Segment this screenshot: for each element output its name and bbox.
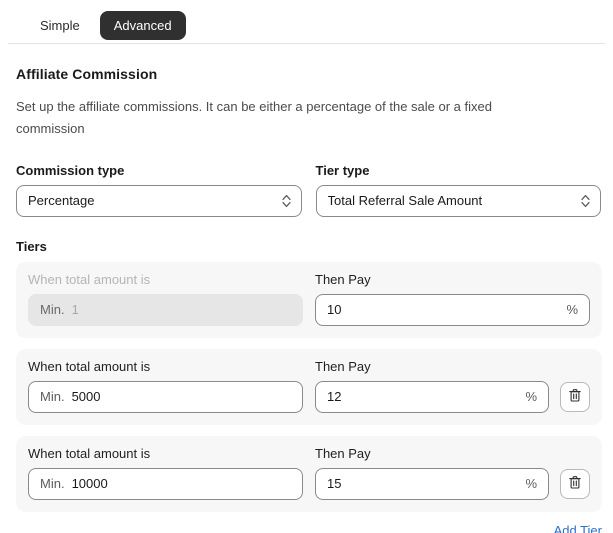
tier-min-value: 10000 (71, 476, 108, 492)
tier-type-value: Total Referral Sale Amount (327, 193, 483, 209)
commission-type-field: Commission type Percentage (16, 163, 302, 217)
commission-type-select[interactable]: Percentage (16, 184, 302, 217)
tier-pay-input[interactable]: 12 % (315, 380, 549, 413)
tier-pay-field: Then Pay 12 % (315, 359, 590, 413)
add-tier-button[interactable]: Add Tier (554, 523, 602, 533)
trash-icon (568, 475, 582, 493)
add-tier-row: Add Tier (16, 523, 602, 533)
type-fields-row: Commission type Percentage Tier type Tot… (16, 163, 601, 217)
tier-min-input[interactable]: Min. 5000 (28, 380, 303, 413)
min-prefix: Min. (40, 302, 65, 318)
tier-type-label: Tier type (315, 162, 370, 178)
percent-suffix: % (525, 389, 537, 405)
tier-when-field: When total amount is Min. 10000 (28, 446, 303, 500)
tab-advanced[interactable]: Advanced (99, 11, 186, 40)
tier-type-select[interactable]: Total Referral Sale Amount (315, 184, 601, 217)
tier-when-label: When total amount is (28, 445, 151, 461)
percent-suffix: % (525, 476, 537, 492)
affiliate-commission-page: Simple Advanced Affiliate Commission Set… (0, 0, 613, 533)
tier-min-input[interactable]: Min. 10000 (28, 467, 303, 500)
commission-type-value: Percentage (28, 193, 95, 209)
page-title: Affiliate Commission (16, 66, 158, 82)
tier-min-value: 1 (71, 302, 79, 318)
tiers-heading: Tiers (16, 238, 47, 254)
min-prefix: Min. (40, 389, 65, 405)
tier-pay-value: 10 (327, 302, 342, 318)
tab-bar: Simple Advanced (0, 0, 613, 43)
trash-icon (568, 388, 582, 406)
chevron-updown-icon (580, 193, 591, 209)
tier-type-field: Tier type Total Referral Sale Amount (315, 162, 601, 217)
tier-when-label: When total amount is (28, 358, 151, 374)
tier-pay-value: 15 (327, 476, 342, 492)
tier-min-input: Min. 1 (28, 293, 303, 326)
tier-pay-input[interactable]: 10 % (315, 293, 590, 326)
tier-pay-label: Then Pay (315, 358, 371, 374)
tier-pay-label: Then Pay (315, 445, 371, 461)
tier-row: When total amount is Min. 10000 Then Pay… (16, 435, 602, 512)
tier-pay-field: Then Pay 10 % (315, 272, 590, 326)
chevron-updown-icon (281, 193, 292, 209)
percent-suffix: % (566, 302, 578, 318)
delete-tier-button[interactable] (560, 468, 590, 499)
tier-pay-value: 12 (327, 389, 342, 405)
tier-when-field: When total amount is Min. 5000 (28, 359, 303, 413)
commission-type-label: Commission type (16, 162, 125, 178)
tier-pay-field: Then Pay 15 % (315, 446, 590, 500)
tier-row: When total amount is Min. 5000 Then Pay … (16, 348, 602, 425)
min-prefix: Min. (40, 476, 65, 492)
content-area: Affiliate Commission Set up the affiliat… (0, 44, 613, 533)
tier-when-field: When total amount is Min. 1 (28, 272, 303, 326)
section-description: Set up the affiliate commissions. It can… (16, 99, 492, 137)
tier-pay-label: Then Pay (315, 271, 371, 287)
tier-pay-input[interactable]: 15 % (315, 467, 549, 500)
tab-simple[interactable]: Simple (26, 11, 94, 40)
tier-when-label: When total amount is (28, 271, 151, 287)
delete-tier-button[interactable] (560, 381, 590, 412)
tier-min-value: 5000 (71, 389, 101, 405)
tier-row: When total amount is Min. 1 Then Pay 10 … (16, 261, 602, 338)
